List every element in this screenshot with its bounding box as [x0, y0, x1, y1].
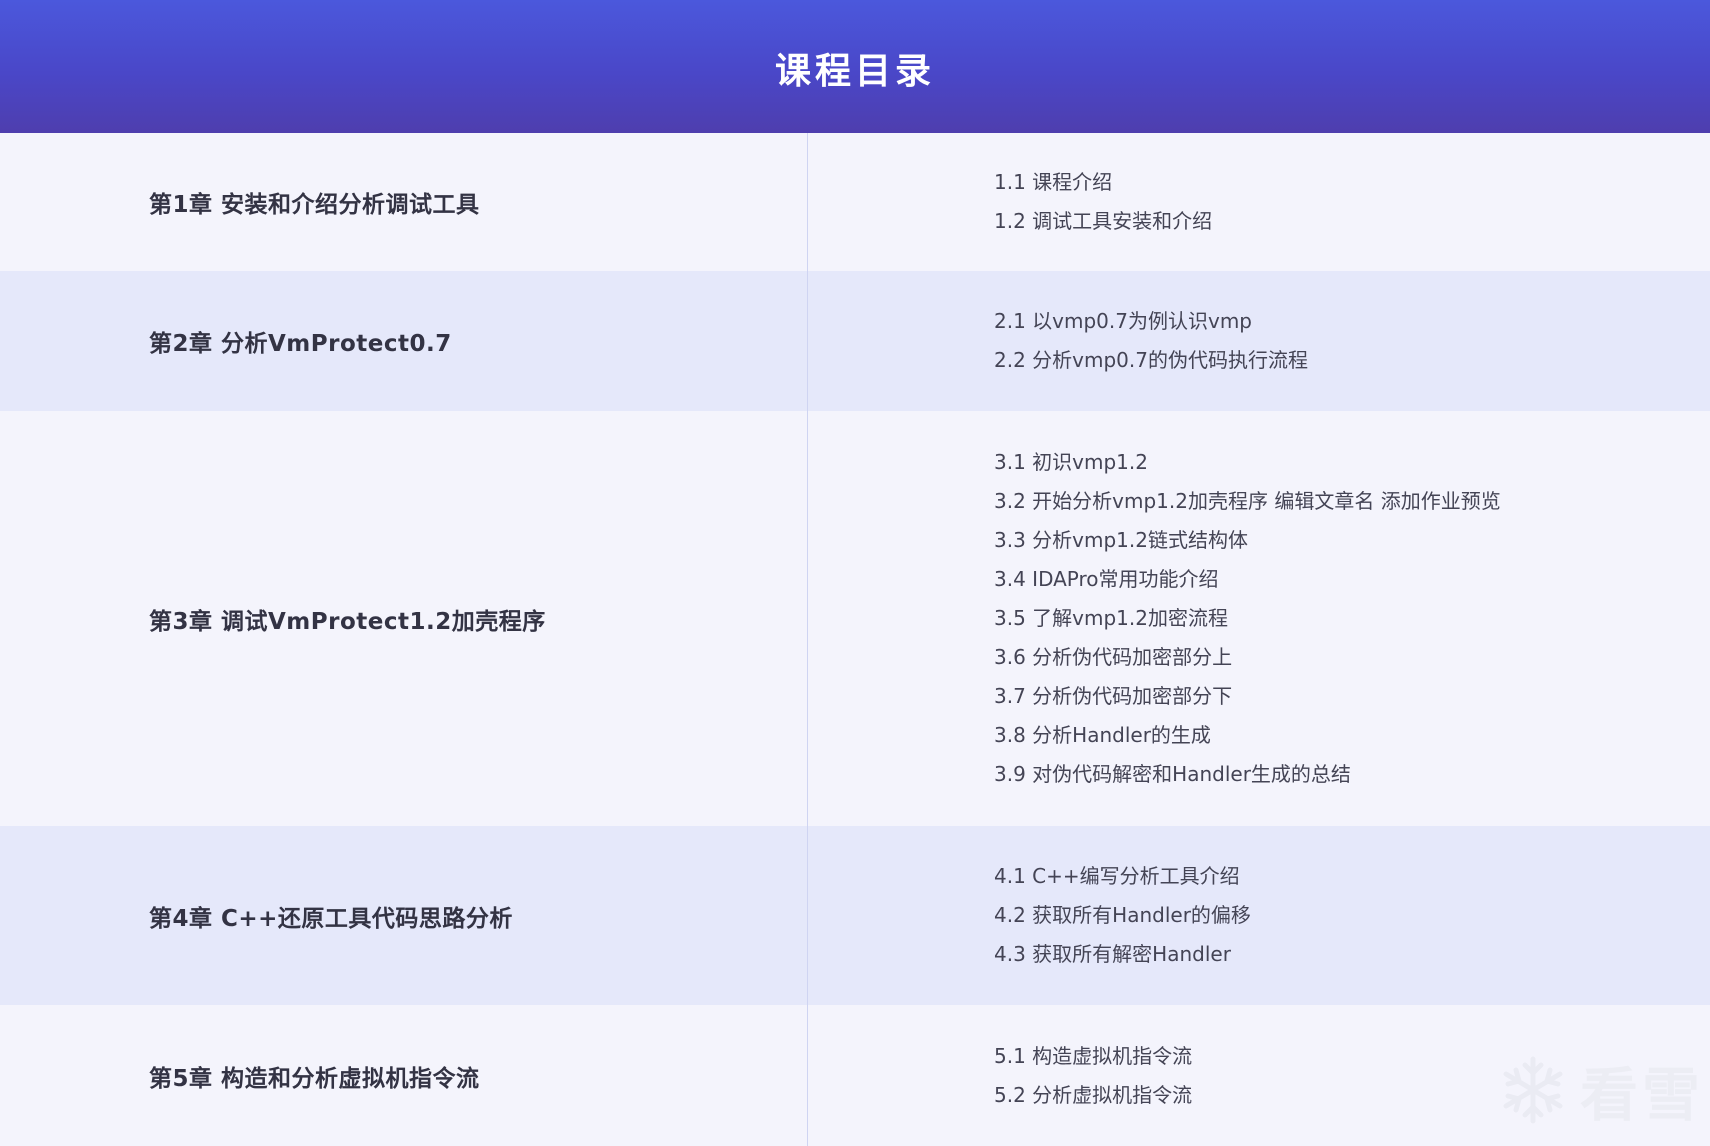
- watermark: 看雪: [1498, 1048, 1704, 1132]
- chapter-title: 第4章 C++还原工具代码思路分析: [149, 905, 513, 932]
- lesson-list: 3.1 初识vmp1.2 3.2 开始分析vmp1.2加壳程序 编辑文章名 添加…: [807, 411, 1710, 826]
- chapter-title: 第3章 调试VmProtect1.2加壳程序: [149, 608, 546, 635]
- column-divider: [807, 133, 808, 271]
- catalog-header: 课程目录: [0, 0, 1710, 133]
- lesson-item: 3.8 分析Handler的生成: [994, 723, 1211, 747]
- lesson-list: 4.1 C++编写分析工具介绍 4.2 获取所有Handler的偏移 4.3 获…: [807, 826, 1710, 1005]
- chapter-row-2: 第2章 分析VmProtect0.7 2.1 以vmp0.7为例认识vmp 2.…: [0, 271, 1710, 411]
- chapter-cell: 第4章 C++还原工具代码思路分析: [0, 826, 807, 1005]
- watermark-text: 看雪: [1580, 1061, 1705, 1129]
- lesson-item: 1.1 课程介绍: [994, 170, 1113, 194]
- lesson-list: 1.1 课程介绍 1.2 调试工具安装和介绍: [807, 133, 1710, 271]
- chapter-cell: 第3章 调试VmProtect1.2加壳程序: [0, 411, 807, 826]
- lesson-item: 4.1 C++编写分析工具介绍: [994, 864, 1240, 888]
- lesson-list: 2.1 以vmp0.7为例认识vmp 2.2 分析vmp0.7的伪代码执行流程: [807, 271, 1710, 411]
- chapter-title: 第2章 分析VmProtect0.7: [149, 331, 452, 357]
- course-catalog-page: 课程目录 第1章 安装和介绍分析调试工具 1.1 课程介绍 1.2 调试工具安装…: [0, 0, 1710, 1146]
- column-divider: [807, 411, 808, 826]
- chapter-cell: 第1章 安装和介绍分析调试工具: [0, 133, 807, 271]
- lesson-item: 2.1 以vmp0.7为例认识vmp: [994, 309, 1252, 333]
- lesson-item: 3.5 了解vmp1.2加密流程: [994, 606, 1228, 630]
- column-divider: [807, 271, 808, 411]
- catalog-title: 课程目录: [774, 50, 935, 92]
- chapter-row-3: 第3章 调试VmProtect1.2加壳程序 3.1 初识vmp1.2 3.2 …: [0, 411, 1710, 826]
- chapter-title: 第5章 构造和分析虚拟机指令流: [149, 1065, 480, 1092]
- lesson-item: 4.2 获取所有Handler的偏移: [994, 903, 1251, 927]
- chapter-row-5: 第5章 构造和分析虚拟机指令流 5.1 构造虚拟机指令流 5.2 分析虚拟机指令…: [0, 1005, 1710, 1146]
- lesson-item: 3.3 分析vmp1.2链式结构体: [994, 528, 1248, 552]
- catalog-table: 第1章 安装和介绍分析调试工具 1.1 课程介绍 1.2 调试工具安装和介绍 第…: [0, 133, 1710, 1146]
- chapter-row-1: 第1章 安装和介绍分析调试工具 1.1 课程介绍 1.2 调试工具安装和介绍: [0, 133, 1710, 271]
- snowflake-icon: [1498, 1055, 1568, 1125]
- lesson-item: 4.3 获取所有解密Handler: [994, 942, 1231, 966]
- column-divider: [807, 826, 808, 1005]
- chapter-cell: 第5章 构造和分析虚拟机指令流: [0, 1005, 807, 1146]
- lesson-item: 2.2 分析vmp0.7的伪代码执行流程: [994, 348, 1308, 372]
- lesson-item: 3.1 初识vmp1.2: [994, 450, 1148, 474]
- column-divider: [807, 1005, 808, 1146]
- lesson-item: 1.2 调试工具安装和介绍: [994, 209, 1213, 233]
- lesson-item: 3.2 开始分析vmp1.2加壳程序 编辑文章名 添加作业预览: [994, 489, 1501, 513]
- lesson-item: 3.9 对伪代码解密和Handler生成的总结: [994, 762, 1351, 786]
- lesson-item: 3.6 分析伪代码加密部分上: [994, 645, 1233, 669]
- lesson-item: 3.7 分析伪代码加密部分下: [994, 684, 1233, 708]
- chapter-row-4: 第4章 C++还原工具代码思路分析 4.1 C++编写分析工具介绍 4.2 获取…: [0, 826, 1710, 1005]
- lesson-item: 3.4 IDAPro常用功能介绍: [994, 567, 1219, 591]
- chapter-title: 第1章 安装和介绍分析调试工具: [149, 192, 480, 218]
- chapter-cell: 第2章 分析VmProtect0.7: [0, 271, 807, 411]
